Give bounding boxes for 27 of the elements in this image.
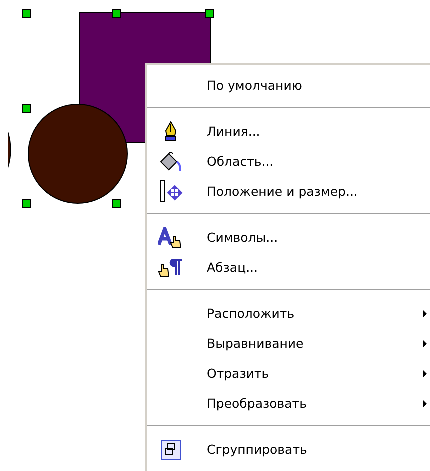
menu-item[interactable]: Абзац...	[147, 253, 430, 283]
submenu-arrow-icon	[423, 370, 428, 378]
menu-item[interactable]: Линия...	[147, 117, 430, 147]
menu-item[interactable]: По умолчанию	[147, 71, 430, 101]
menu-item[interactable]: Расположить	[147, 299, 430, 329]
selection-handle[interactable]	[22, 199, 31, 208]
pen-nib-icon	[163, 121, 179, 143]
menu-item[interactable]: Преобразовать	[147, 389, 430, 419]
selection-handle[interactable]	[205, 9, 214, 18]
group-shapes-icon	[161, 440, 181, 460]
selection-handle[interactable]	[22, 104, 31, 113]
menu-item[interactable]: Положение и размер...	[147, 177, 430, 207]
menu-item[interactable]: Область...	[147, 147, 430, 177]
menu-item[interactable]: Сгруппировать	[147, 435, 430, 465]
menu-item[interactable]: Выравнивание	[147, 329, 430, 359]
selection-handle[interactable]	[112, 199, 121, 208]
pointer-pilcrow-icon	[158, 257, 184, 279]
letter-pointer-icon	[158, 227, 184, 249]
selection-handle[interactable]	[112, 9, 121, 18]
menu-item[interactable]: Отразить	[147, 359, 430, 389]
paint-bucket-icon	[159, 151, 183, 173]
selection-handle[interactable]	[22, 9, 31, 18]
submenu-arrow-icon	[423, 400, 428, 408]
move-arrows-icon	[159, 180, 183, 204]
menu-item[interactable]: Символы...	[147, 223, 430, 253]
submenu-arrow-icon	[423, 310, 428, 318]
submenu-arrow-icon	[423, 340, 428, 348]
